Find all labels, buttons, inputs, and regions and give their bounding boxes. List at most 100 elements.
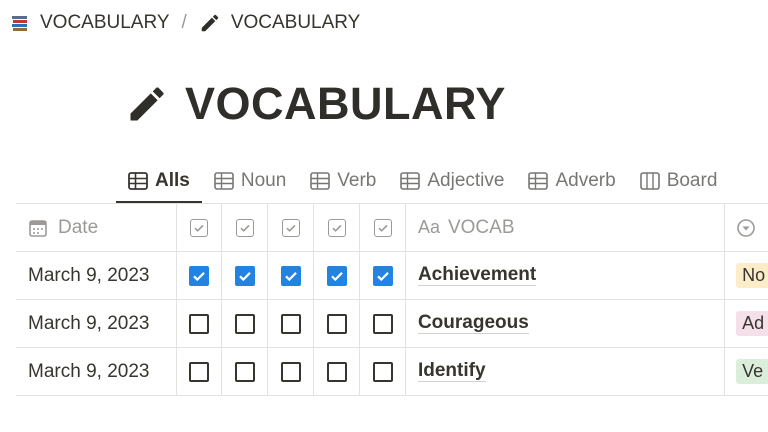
table-row[interactable]: March 9, 2023 Achievement No xyxy=(16,252,768,300)
checkbox-cell xyxy=(268,300,315,347)
checkbox-unchecked[interactable] xyxy=(234,313,255,334)
checkmark-icon xyxy=(376,271,389,281)
checkbox-cell xyxy=(222,252,269,299)
type-cell[interactable]: Ve xyxy=(725,348,768,395)
checkbox-unchecked[interactable] xyxy=(326,361,347,382)
tab-verb[interactable]: Verb xyxy=(298,158,388,203)
type-tag: No xyxy=(736,263,768,288)
checkmark-icon xyxy=(330,271,343,281)
checkbox-cell xyxy=(177,252,223,299)
vocab-table: Date Aa VOCAB March 9, 2023 Achievement No… xyxy=(16,203,768,396)
checkbox-unchecked[interactable] xyxy=(189,361,210,382)
checkbox-checked[interactable] xyxy=(234,265,255,286)
checkbox-cell xyxy=(314,300,361,347)
checkbox-cell xyxy=(314,348,361,395)
column-header-checkbox[interactable] xyxy=(177,204,223,251)
type-cell[interactable]: Ad xyxy=(725,300,768,347)
checkbox-cell xyxy=(268,348,315,395)
books-icon xyxy=(12,16,27,31)
tab-label: Board xyxy=(666,169,718,191)
checkbox-unchecked[interactable] xyxy=(234,361,255,382)
checkbox-unchecked[interactable] xyxy=(372,361,393,382)
checkmark-icon xyxy=(284,271,297,281)
date-cell[interactable]: March 9, 2023 xyxy=(16,300,177,347)
column-header-type[interactable] xyxy=(725,204,768,251)
checkbox-icon xyxy=(281,218,300,237)
type-tag: Ad xyxy=(736,311,768,336)
column-header-vocab[interactable]: Aa VOCAB xyxy=(406,204,726,251)
checkbox-cell xyxy=(360,300,406,347)
tab-label: Adverb xyxy=(555,169,616,191)
tab-label: Adjective xyxy=(427,169,505,191)
breadcrumb-separator: / xyxy=(181,12,187,33)
table-icon xyxy=(214,171,234,190)
vocab-cell[interactable]: Courageous xyxy=(406,300,726,347)
column-header-checkbox[interactable] xyxy=(360,204,406,251)
breadcrumb: VOCABULARY / VOCABULARY xyxy=(10,10,360,36)
vocab-word-link[interactable]: Courageous xyxy=(417,313,529,334)
checkbox-cell xyxy=(360,252,406,299)
tab-adjective[interactable]: Adjective xyxy=(388,158,516,203)
column-header-checkbox[interactable] xyxy=(222,204,269,251)
tab-label: Alls xyxy=(155,169,190,191)
checkbox-icon xyxy=(235,218,254,237)
checkbox-checked[interactable] xyxy=(189,265,210,286)
checkbox-cell xyxy=(222,348,269,395)
tab-label: Noun xyxy=(240,169,287,191)
date-cell[interactable]: March 9, 2023 xyxy=(16,348,177,395)
checkbox-unchecked[interactable] xyxy=(189,313,210,334)
vocab-word-link[interactable]: Identify xyxy=(417,361,486,382)
type-tag: Ve xyxy=(736,359,768,384)
checkbox-unchecked[interactable] xyxy=(280,313,301,334)
date-cell[interactable]: March 9, 2023 xyxy=(16,252,177,299)
table-icon xyxy=(528,171,549,190)
checkbox-cell xyxy=(314,252,361,299)
breadcrumb-current-label: VOCABULARY xyxy=(230,12,361,33)
select-icon xyxy=(737,218,755,237)
checkbox-icon xyxy=(190,218,209,237)
vocab-cell[interactable]: Achievement xyxy=(406,252,726,299)
column-header-checkbox[interactable] xyxy=(314,204,361,251)
table-icon xyxy=(310,171,331,190)
checkbox-cell xyxy=(268,252,315,299)
checkbox-checked[interactable] xyxy=(326,265,347,286)
tab-board[interactable]: Board xyxy=(628,158,730,203)
board-icon xyxy=(639,171,660,190)
table-row[interactable]: March 9, 2023 Courageous Ad xyxy=(16,300,768,348)
table-header-row: Date Aa VOCAB xyxy=(16,204,768,252)
title-property-icon: Aa xyxy=(417,217,440,237)
pencil-icon[interactable] xyxy=(125,82,169,126)
tab-noun[interactable]: Noun xyxy=(202,158,298,203)
pencil-icon xyxy=(201,14,219,32)
checkbox-unchecked[interactable] xyxy=(372,313,393,334)
checkbox-cell xyxy=(360,348,406,395)
table-icon xyxy=(400,171,421,190)
checkbox-cell xyxy=(222,300,269,347)
page-title: VOCABULARY xyxy=(185,78,506,129)
checkbox-cell xyxy=(177,348,223,395)
column-header-label: Date xyxy=(58,216,99,238)
page-header: VOCABULARY xyxy=(125,78,506,130)
breadcrumb-parent[interactable]: VOCABULARY xyxy=(10,12,170,34)
checkbox-cell xyxy=(177,300,223,347)
column-header-date[interactable]: Date xyxy=(16,204,177,251)
column-header-label: VOCAB xyxy=(447,216,515,238)
vocab-word-link[interactable]: Achievement xyxy=(417,265,537,286)
checkbox-checked[interactable] xyxy=(372,265,393,286)
table-icon xyxy=(128,171,148,190)
checkmark-icon xyxy=(239,271,251,281)
tab-adverb[interactable]: Adverb xyxy=(516,158,627,203)
checkbox-checked[interactable] xyxy=(280,265,301,286)
checkbox-icon xyxy=(373,218,392,237)
checkbox-icon xyxy=(327,218,346,237)
column-header-checkbox[interactable] xyxy=(268,204,315,251)
table-row[interactable]: March 9, 2023 Identify Ve xyxy=(16,348,768,396)
checkbox-unchecked[interactable] xyxy=(326,313,347,334)
view-tabs: Alls Noun Verb Adjective Adverb Board xyxy=(116,158,729,203)
breadcrumb-parent-label: VOCABULARY xyxy=(40,12,170,33)
vocab-cell[interactable]: Identify xyxy=(406,348,726,395)
type-cell[interactable]: No xyxy=(725,252,768,299)
tab-alls[interactable]: Alls xyxy=(116,158,202,203)
checkbox-unchecked[interactable] xyxy=(280,361,301,382)
breadcrumb-current[interactable]: VOCABULARY xyxy=(199,12,361,34)
